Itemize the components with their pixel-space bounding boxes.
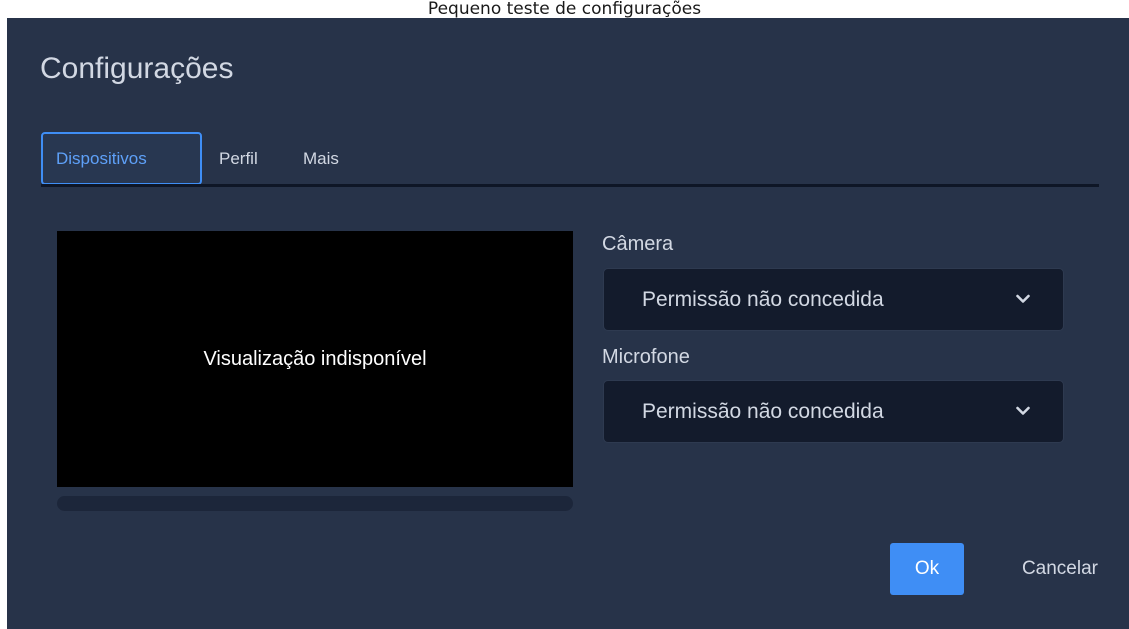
microphone-select[interactable]: Permissão não concedida	[603, 380, 1064, 443]
dialog-title: Configurações	[40, 52, 234, 85]
video-preview: Visualização indisponível	[57, 231, 573, 487]
camera-select[interactable]: Permissão não concedida	[603, 268, 1064, 331]
preview-unavailable-text: Visualização indisponível	[203, 347, 427, 370]
microphone-select-value: Permissão não concedida	[642, 400, 884, 423]
audio-level-bar	[57, 496, 573, 511]
tab-perfil[interactable]: Perfil	[219, 132, 258, 185]
tab-underline	[41, 184, 1099, 187]
camera-select-value: Permissão não concedida	[642, 288, 884, 311]
microphone-label: Microfone	[602, 346, 690, 368]
window-title: Pequeno teste de configurações	[427, 0, 702, 18]
chevron-down-icon	[1016, 294, 1030, 303]
tab-mais[interactable]: Mais	[303, 132, 339, 185]
camera-label: Câmera	[602, 233, 674, 255]
ok-button[interactable]: Ok	[890, 543, 964, 595]
settings-dialog: Configurações Dispositivos Perfil Mais V…	[7, 18, 1129, 629]
chevron-down-icon	[1016, 406, 1030, 415]
tab-dispositivos[interactable]: Dispositivos	[41, 132, 202, 185]
cancel-button[interactable]: Cancelar	[986, 543, 1098, 595]
tab-bar: Dispositivos Perfil Mais	[41, 132, 1099, 188]
